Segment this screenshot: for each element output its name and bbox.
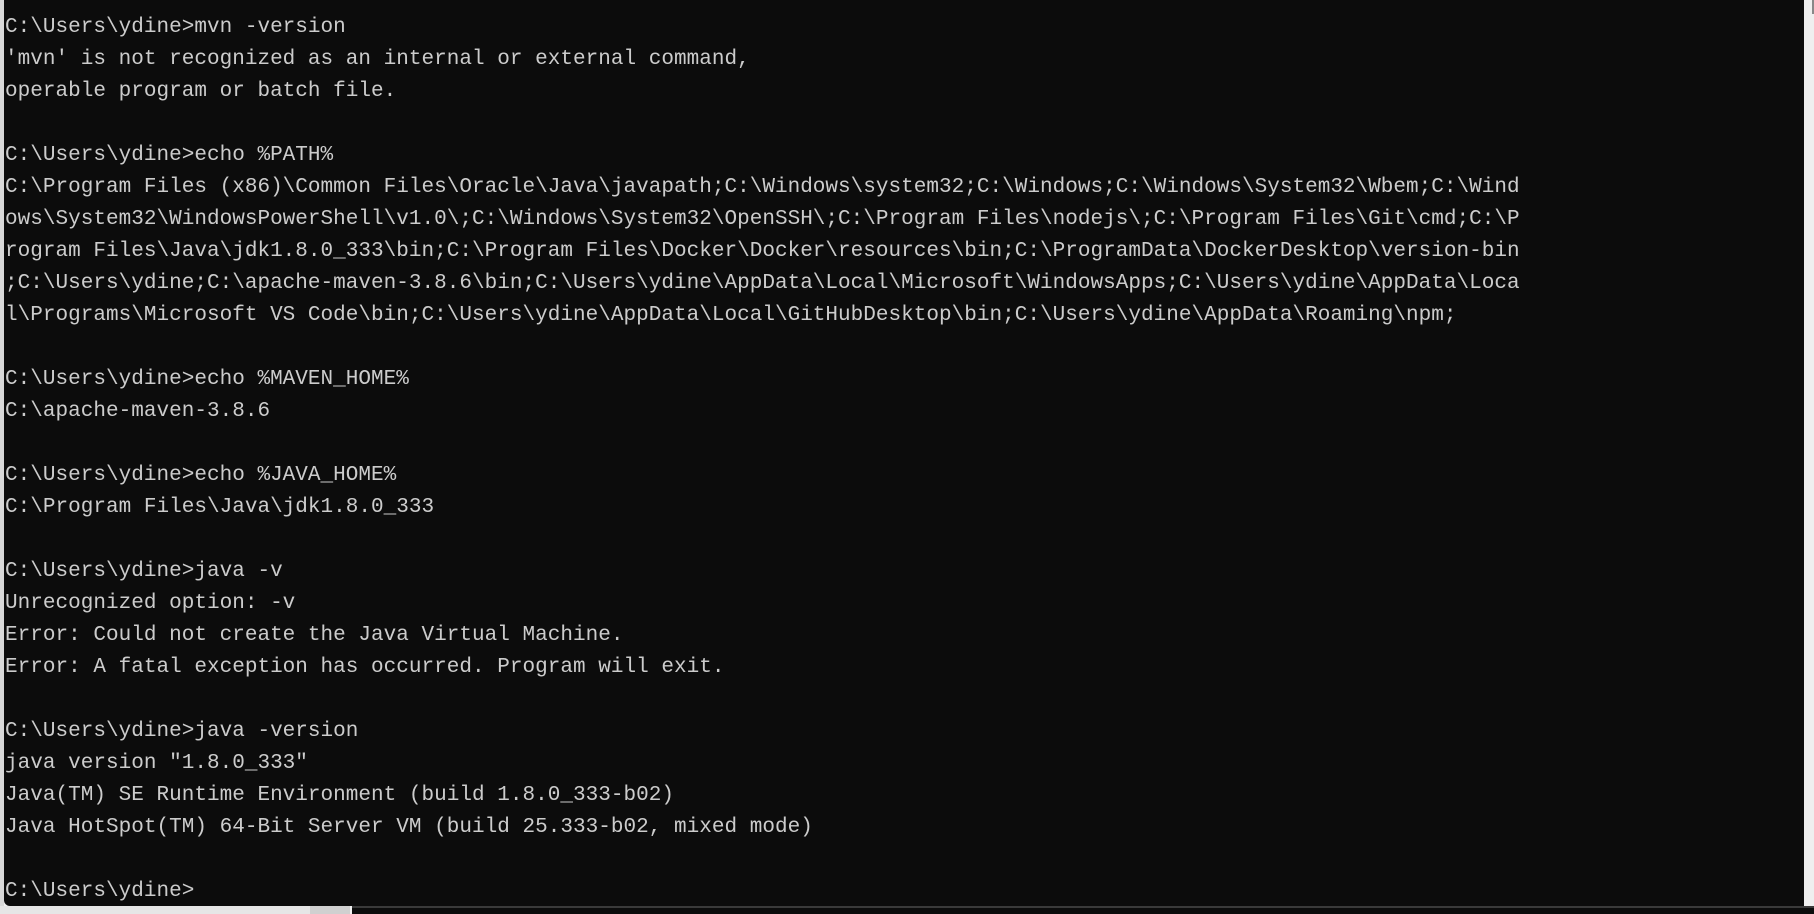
terminal-prompt-line[interactable]: C:\Users\ydine> [5, 876, 1520, 906]
terminal-line: ;C:\Users\ydine;C:\apache-maven-3.8.6\bi… [5, 272, 1520, 295]
terminal-line: C:\Users\ydine>java -version [5, 720, 359, 743]
terminal-line: C:\Users\ydine>echo %PATH% [5, 144, 334, 167]
terminal-output[interactable]: C:\Users\ydine>mvn -version 'mvn' is not … [5, 12, 1520, 906]
terminal-line: Java HotSpot(TM) 64-Bit Server VM (build… [5, 816, 813, 839]
terminal-line: ows\System32\WindowsPowerShell\v1.0\;C:\… [5, 208, 1520, 231]
terminal-line: operable program or batch file. [5, 80, 397, 103]
terminal-line: C:\Program Files\Java\jdk1.8.0_333 [5, 496, 435, 519]
background-terminal-edge [352, 906, 1814, 914]
vertical-scrollbar[interactable] [1804, 0, 1814, 906]
terminal-line: C:\apache-maven-3.8.6 [5, 400, 271, 423]
terminal-line: java version "1.8.0_333" [5, 752, 308, 775]
terminal-line: rogram Files\Java\jdk1.8.0_333\bin;C:\Pr… [5, 240, 1520, 263]
terminal-line: C:\Users\ydine>echo %MAVEN_HOME% [5, 368, 409, 391]
terminal-line: Error: Could not create the Java Virtual… [5, 624, 624, 647]
terminal-line: Java(TM) SE Runtime Environment (build 1… [5, 784, 674, 807]
terminal-line: 'mvn' is not recognized as an internal o… [5, 48, 750, 71]
terminal-line: C:\Program Files (x86)\Common Files\Orac… [5, 176, 1520, 199]
terminal-line: l\Programs\Microsoft VS Code\bin;C:\User… [5, 304, 1457, 327]
background-window-edge [0, 906, 350, 914]
terminal-window[interactable]: C:\Users\ydine>mvn -version 'mvn' is not … [4, 0, 1804, 906]
terminal-line: C:\Users\ydine>echo %JAVA_HOME% [5, 464, 397, 487]
terminal-line: Unrecognized option: -v [5, 592, 296, 615]
background-window-edge-shade [310, 906, 350, 914]
terminal-line: C:\Users\ydine>java -v [5, 560, 283, 583]
terminal-line: C:\Users\ydine>mvn -version [5, 16, 346, 39]
terminal-line: Error: A fatal exception has occurred. P… [5, 656, 725, 679]
